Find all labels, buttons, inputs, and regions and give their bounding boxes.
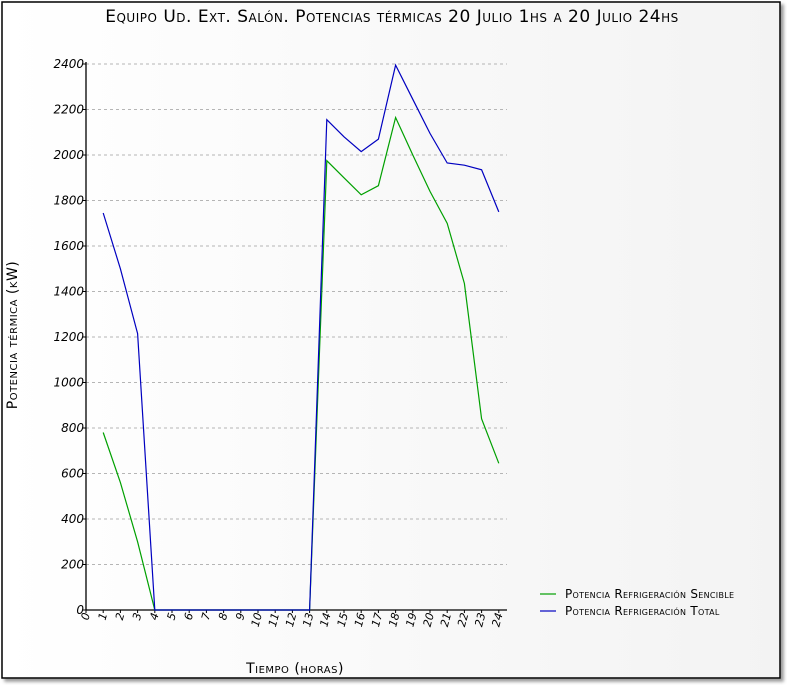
y-axis-label: Potencia térmica (kW) (5, 261, 21, 410)
y-tick-label: 400 (61, 512, 84, 526)
x-axis-label: Tiempo (horas) (245, 661, 344, 677)
legend-label-sensible: Potencia Refrigeración Sencible (565, 587, 734, 601)
legend-label-total: Potencia Refrigeración Total (565, 604, 720, 618)
chart-canvas: Equipo Ud. Ext. Salón. Potencias térmica… (1, 1, 781, 679)
y-tick-label: 2200 (53, 103, 84, 117)
y-tick-label: 2000 (53, 148, 84, 162)
y-tick-label: 1800 (53, 194, 84, 208)
y-tick-label: 1000 (53, 376, 84, 390)
y-tick-label: 1600 (53, 239, 84, 253)
chart-window: Equipo Ud. Ext. Salón. Potencias térmica… (0, 0, 787, 685)
y-tick-label: 600 (61, 467, 84, 481)
chart-title: Equipo Ud. Ext. Salón. Potencias térmica… (105, 7, 679, 27)
y-tick-label: 1200 (53, 330, 84, 344)
y-tick-label: 1400 (53, 285, 84, 299)
y-tick-label: 800 (61, 421, 84, 435)
y-tick-label: 2400 (53, 57, 84, 71)
y-tick-label: 200 (61, 558, 84, 572)
chart-border (1, 1, 781, 679)
